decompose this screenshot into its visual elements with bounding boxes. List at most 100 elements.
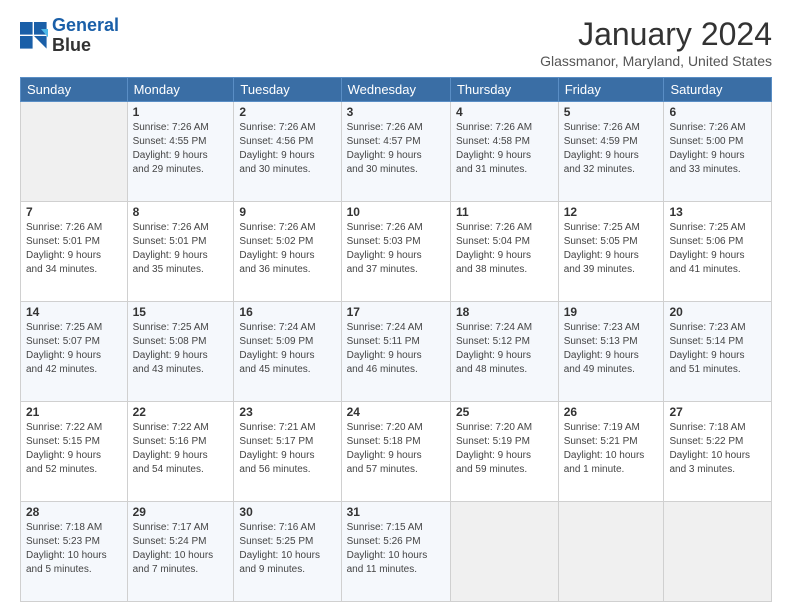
day-info: Sunrise: 7:24 AM Sunset: 5:12 PM Dayligh… (456, 321, 553, 377)
day-info: Sunrise: 7:18 AM Sunset: 5:23 PM Dayligh… (26, 521, 122, 577)
calendar-cell: 2Sunrise: 7:26 AM Sunset: 4:56 PM Daylig… (234, 102, 341, 202)
calendar-cell: 29Sunrise: 7:17 AM Sunset: 5:24 PM Dayli… (127, 502, 234, 602)
calendar-week-1: 1 Sunrise: 7:26 AM Sunset: 4:55 PM Daylig… (21, 102, 772, 202)
calendar-cell (664, 502, 772, 602)
weekday-header-tuesday: Tuesday (234, 78, 341, 102)
day-info: Sunrise: 7:26 AM Sunset: 4:58 PM Dayligh… (456, 121, 553, 177)
day-info: Sunrise: 7:26 AM Sunset: 5:02 PM Dayligh… (239, 221, 335, 277)
calendar-cell: 11 Sunrise: 7:26 AM Sunset: 5:04 PM Dayli… (450, 202, 558, 302)
calendar-cell: 22Sunrise: 7:22 AM Sunset: 5:16 PM Dayli… (127, 402, 234, 502)
day-number: 26 (564, 405, 659, 419)
calendar-cell (558, 502, 664, 602)
calendar-cell: 15Sunrise: 7:25 AM Sunset: 5:08 PM Dayli… (127, 302, 234, 402)
calendar-cell: 6 Sunrise: 7:26 AM Sunset: 5:00 PM Daylig… (664, 102, 772, 202)
day-info: Sunrise: 7:26 AM Sunset: 5:01 PM Dayligh… (133, 221, 229, 277)
day-number: 23 (239, 405, 335, 419)
calendar-cell (21, 102, 128, 202)
day-info: Sunrise: 7:26 AM Sunset: 5:01 PM Dayligh… (26, 221, 122, 277)
weekday-header-friday: Friday (558, 78, 664, 102)
calendar-cell: 16 Sunrise: 7:24 AM Sunset: 5:09 PM Dayli… (234, 302, 341, 402)
day-number: 13 (669, 205, 766, 219)
calendar-cell: 1 Sunrise: 7:26 AM Sunset: 4:55 PM Daylig… (127, 102, 234, 202)
calendar-cell: 23Sunrise: 7:21 AM Sunset: 5:17 PM Dayli… (234, 402, 341, 502)
day-number: 16 (239, 305, 335, 319)
day-info: Sunrise: 7:20 AM Sunset: 5:18 PM Dayligh… (347, 421, 445, 477)
day-number: 7 (26, 205, 122, 219)
calendar-cell: 18 Sunrise: 7:24 AM Sunset: 5:12 PM Dayli… (450, 302, 558, 402)
subtitle: Glassmanor, Maryland, United States (540, 53, 772, 69)
logo-text: General Blue (52, 16, 119, 56)
calendar-cell: 12 Sunrise: 7:25 AM Sunset: 5:05 PM Dayli… (558, 202, 664, 302)
calendar-cell: 3 Sunrise: 7:26 AM Sunset: 4:57 PM Daylig… (341, 102, 450, 202)
day-info: Sunrise: 7:26 AM Sunset: 4:59 PM Dayligh… (564, 121, 659, 177)
calendar-cell: 13 Sunrise: 7:25 AM Sunset: 5:06 PM Dayli… (664, 202, 772, 302)
day-number: 24 (347, 405, 445, 419)
calendar-cell: 4 Sunrise: 7:26 AM Sunset: 4:58 PM Daylig… (450, 102, 558, 202)
day-number: 12 (564, 205, 659, 219)
calendar-cell (450, 502, 558, 602)
calendar-week-4: 21Sunrise: 7:22 AM Sunset: 5:15 PM Dayli… (21, 402, 772, 502)
day-number: 9 (239, 205, 335, 219)
header: General Blue January 2024 Glassmanor, Ma… (20, 16, 772, 69)
day-number: 17 (347, 305, 445, 319)
calendar-cell: 26 Sunrise: 7:19 AM Sunset: 5:21 PM Dayli… (558, 402, 664, 502)
day-number: 8 (133, 205, 229, 219)
calendar-cell: 27Sunrise: 7:18 AM Sunset: 5:22 PM Dayli… (664, 402, 772, 502)
calendar-cell: 31 Sunrise: 7:15 AM Sunset: 5:26 PM Dayli… (341, 502, 450, 602)
calendar-cell: 8 Sunrise: 7:26 AM Sunset: 5:01 PM Daylig… (127, 202, 234, 302)
calendar-cell: 17Sunrise: 7:24 AM Sunset: 5:11 PM Dayli… (341, 302, 450, 402)
weekday-header-monday: Monday (127, 78, 234, 102)
day-info: Sunrise: 7:23 AM Sunset: 5:13 PM Dayligh… (564, 321, 659, 377)
day-number: 10 (347, 205, 445, 219)
day-number: 30 (239, 505, 335, 519)
day-number: 1 (133, 105, 229, 119)
calendar-cell: 9 Sunrise: 7:26 AM Sunset: 5:02 PM Daylig… (234, 202, 341, 302)
day-info: Sunrise: 7:20 AM Sunset: 5:19 PM Dayligh… (456, 421, 553, 477)
weekday-header-saturday: Saturday (664, 78, 772, 102)
calendar-cell: 7 Sunrise: 7:26 AM Sunset: 5:01 PM Daylig… (21, 202, 128, 302)
calendar-week-2: 7 Sunrise: 7:26 AM Sunset: 5:01 PM Daylig… (21, 202, 772, 302)
calendar-cell: 10Sunrise: 7:26 AM Sunset: 5:03 PM Dayli… (341, 202, 450, 302)
day-number: 4 (456, 105, 553, 119)
calendar-cell: 20Sunrise: 7:23 AM Sunset: 5:14 PM Dayli… (664, 302, 772, 402)
day-number: 3 (347, 105, 445, 119)
day-number: 19 (564, 305, 659, 319)
day-number: 11 (456, 205, 553, 219)
day-info: Sunrise: 7:18 AM Sunset: 5:22 PM Dayligh… (669, 421, 766, 477)
day-info: Sunrise: 7:26 AM Sunset: 4:57 PM Dayligh… (347, 121, 445, 177)
day-info: Sunrise: 7:19 AM Sunset: 5:21 PM Dayligh… (564, 421, 659, 477)
day-info: Sunrise: 7:24 AM Sunset: 5:09 PM Dayligh… (239, 321, 335, 377)
weekday-row: SundayMondayTuesdayWednesdayThursdayFrid… (21, 78, 772, 102)
day-info: Sunrise: 7:26 AM Sunset: 5:04 PM Dayligh… (456, 221, 553, 277)
day-number: 18 (456, 305, 553, 319)
day-number: 28 (26, 505, 122, 519)
weekday-header-thursday: Thursday (450, 78, 558, 102)
calendar-cell: 24 Sunrise: 7:20 AM Sunset: 5:18 PM Dayli… (341, 402, 450, 502)
day-number: 2 (239, 105, 335, 119)
day-info: Sunrise: 7:25 AM Sunset: 5:05 PM Dayligh… (564, 221, 659, 277)
day-number: 22 (133, 405, 229, 419)
day-number: 5 (564, 105, 659, 119)
day-info: Sunrise: 7:25 AM Sunset: 5:06 PM Dayligh… (669, 221, 766, 277)
day-info: Sunrise: 7:15 AM Sunset: 5:26 PM Dayligh… (347, 521, 445, 577)
day-info: Sunrise: 7:25 AM Sunset: 5:08 PM Dayligh… (133, 321, 229, 377)
day-info: Sunrise: 7:16 AM Sunset: 5:25 PM Dayligh… (239, 521, 335, 577)
day-info: Sunrise: 7:25 AM Sunset: 5:07 PM Dayligh… (26, 321, 122, 377)
calendar-header: SundayMondayTuesdayWednesdayThursdayFrid… (21, 78, 772, 102)
logo-icon (20, 22, 48, 50)
day-number: 14 (26, 305, 122, 319)
logo: General Blue (20, 16, 119, 56)
calendar-cell: 28 Sunrise: 7:18 AM Sunset: 5:23 PM Dayli… (21, 502, 128, 602)
day-info: Sunrise: 7:22 AM Sunset: 5:15 PM Dayligh… (26, 421, 122, 477)
calendar-cell: 25Sunrise: 7:20 AM Sunset: 5:19 PM Dayli… (450, 402, 558, 502)
day-info: Sunrise: 7:26 AM Sunset: 5:00 PM Dayligh… (669, 121, 766, 177)
day-info: Sunrise: 7:26 AM Sunset: 4:55 PM Dayligh… (133, 121, 229, 177)
title-block: January 2024 Glassmanor, Maryland, Unite… (540, 16, 772, 69)
day-info: Sunrise: 7:23 AM Sunset: 5:14 PM Dayligh… (669, 321, 766, 377)
day-number: 31 (347, 505, 445, 519)
day-number: 29 (133, 505, 229, 519)
calendar-cell: 21Sunrise: 7:22 AM Sunset: 5:15 PM Dayli… (21, 402, 128, 502)
calendar: SundayMondayTuesdayWednesdayThursdayFrid… (20, 77, 772, 602)
day-number: 6 (669, 105, 766, 119)
weekday-header-wednesday: Wednesday (341, 78, 450, 102)
